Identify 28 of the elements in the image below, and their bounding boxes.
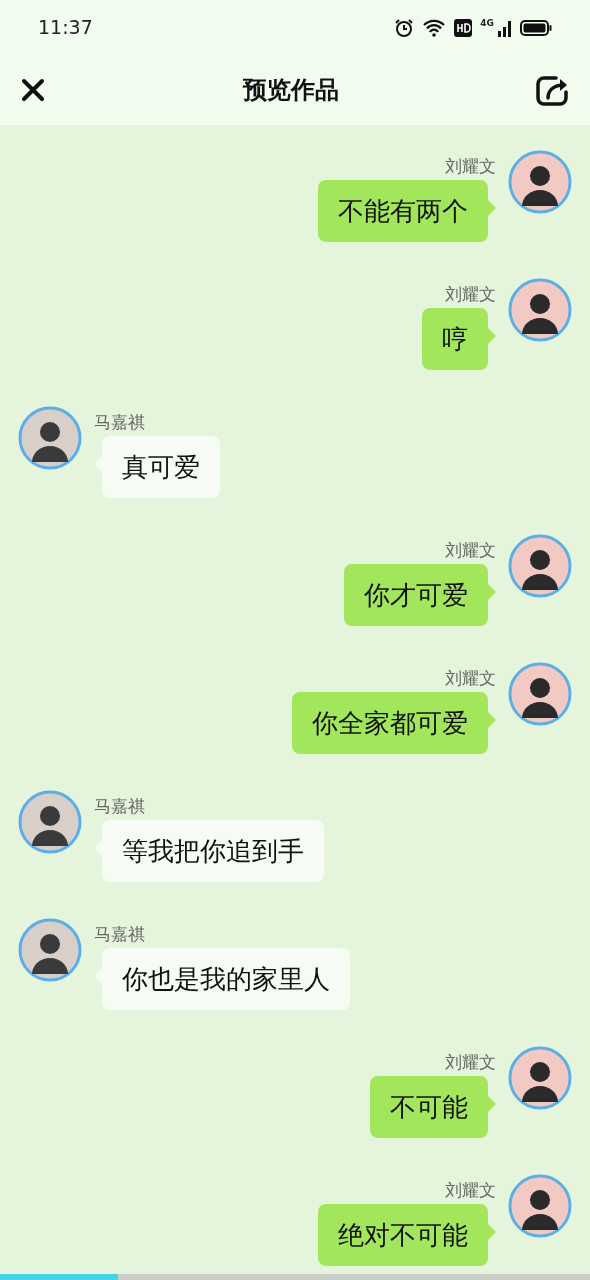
sender-name: 马嘉祺	[94, 924, 145, 944]
avatar	[18, 406, 82, 470]
avatar	[18, 790, 82, 854]
page-title: 预览作品	[243, 75, 339, 106]
avatar	[508, 150, 572, 214]
avatar	[508, 1174, 572, 1238]
sender-name: 刘耀文	[445, 1180, 496, 1200]
sender-name: 刘耀文	[445, 1052, 496, 1072]
sender-name: 马嘉祺	[94, 412, 145, 432]
alarm-icon	[394, 17, 415, 38]
sender-name: 刘耀文	[445, 284, 496, 304]
hd-icon	[454, 18, 473, 37]
avatar	[508, 662, 572, 726]
sender-name: 刘耀文	[445, 540, 496, 560]
status-time: 11:37	[38, 15, 93, 41]
share-icon[interactable]	[536, 74, 570, 106]
signal-icon	[498, 18, 512, 37]
sender-name: 刘耀文	[445, 156, 496, 176]
close-icon[interactable]	[20, 77, 46, 103]
avatar	[508, 534, 572, 598]
sender-name: 马嘉祺	[94, 796, 145, 816]
avatar	[18, 918, 82, 982]
sender-name: 刘耀文	[445, 668, 496, 688]
avatar	[508, 278, 572, 342]
wifi-icon	[422, 18, 447, 37]
battery-icon	[520, 19, 552, 36]
network-label: 4G	[480, 18, 494, 28]
avatar	[508, 1046, 572, 1110]
